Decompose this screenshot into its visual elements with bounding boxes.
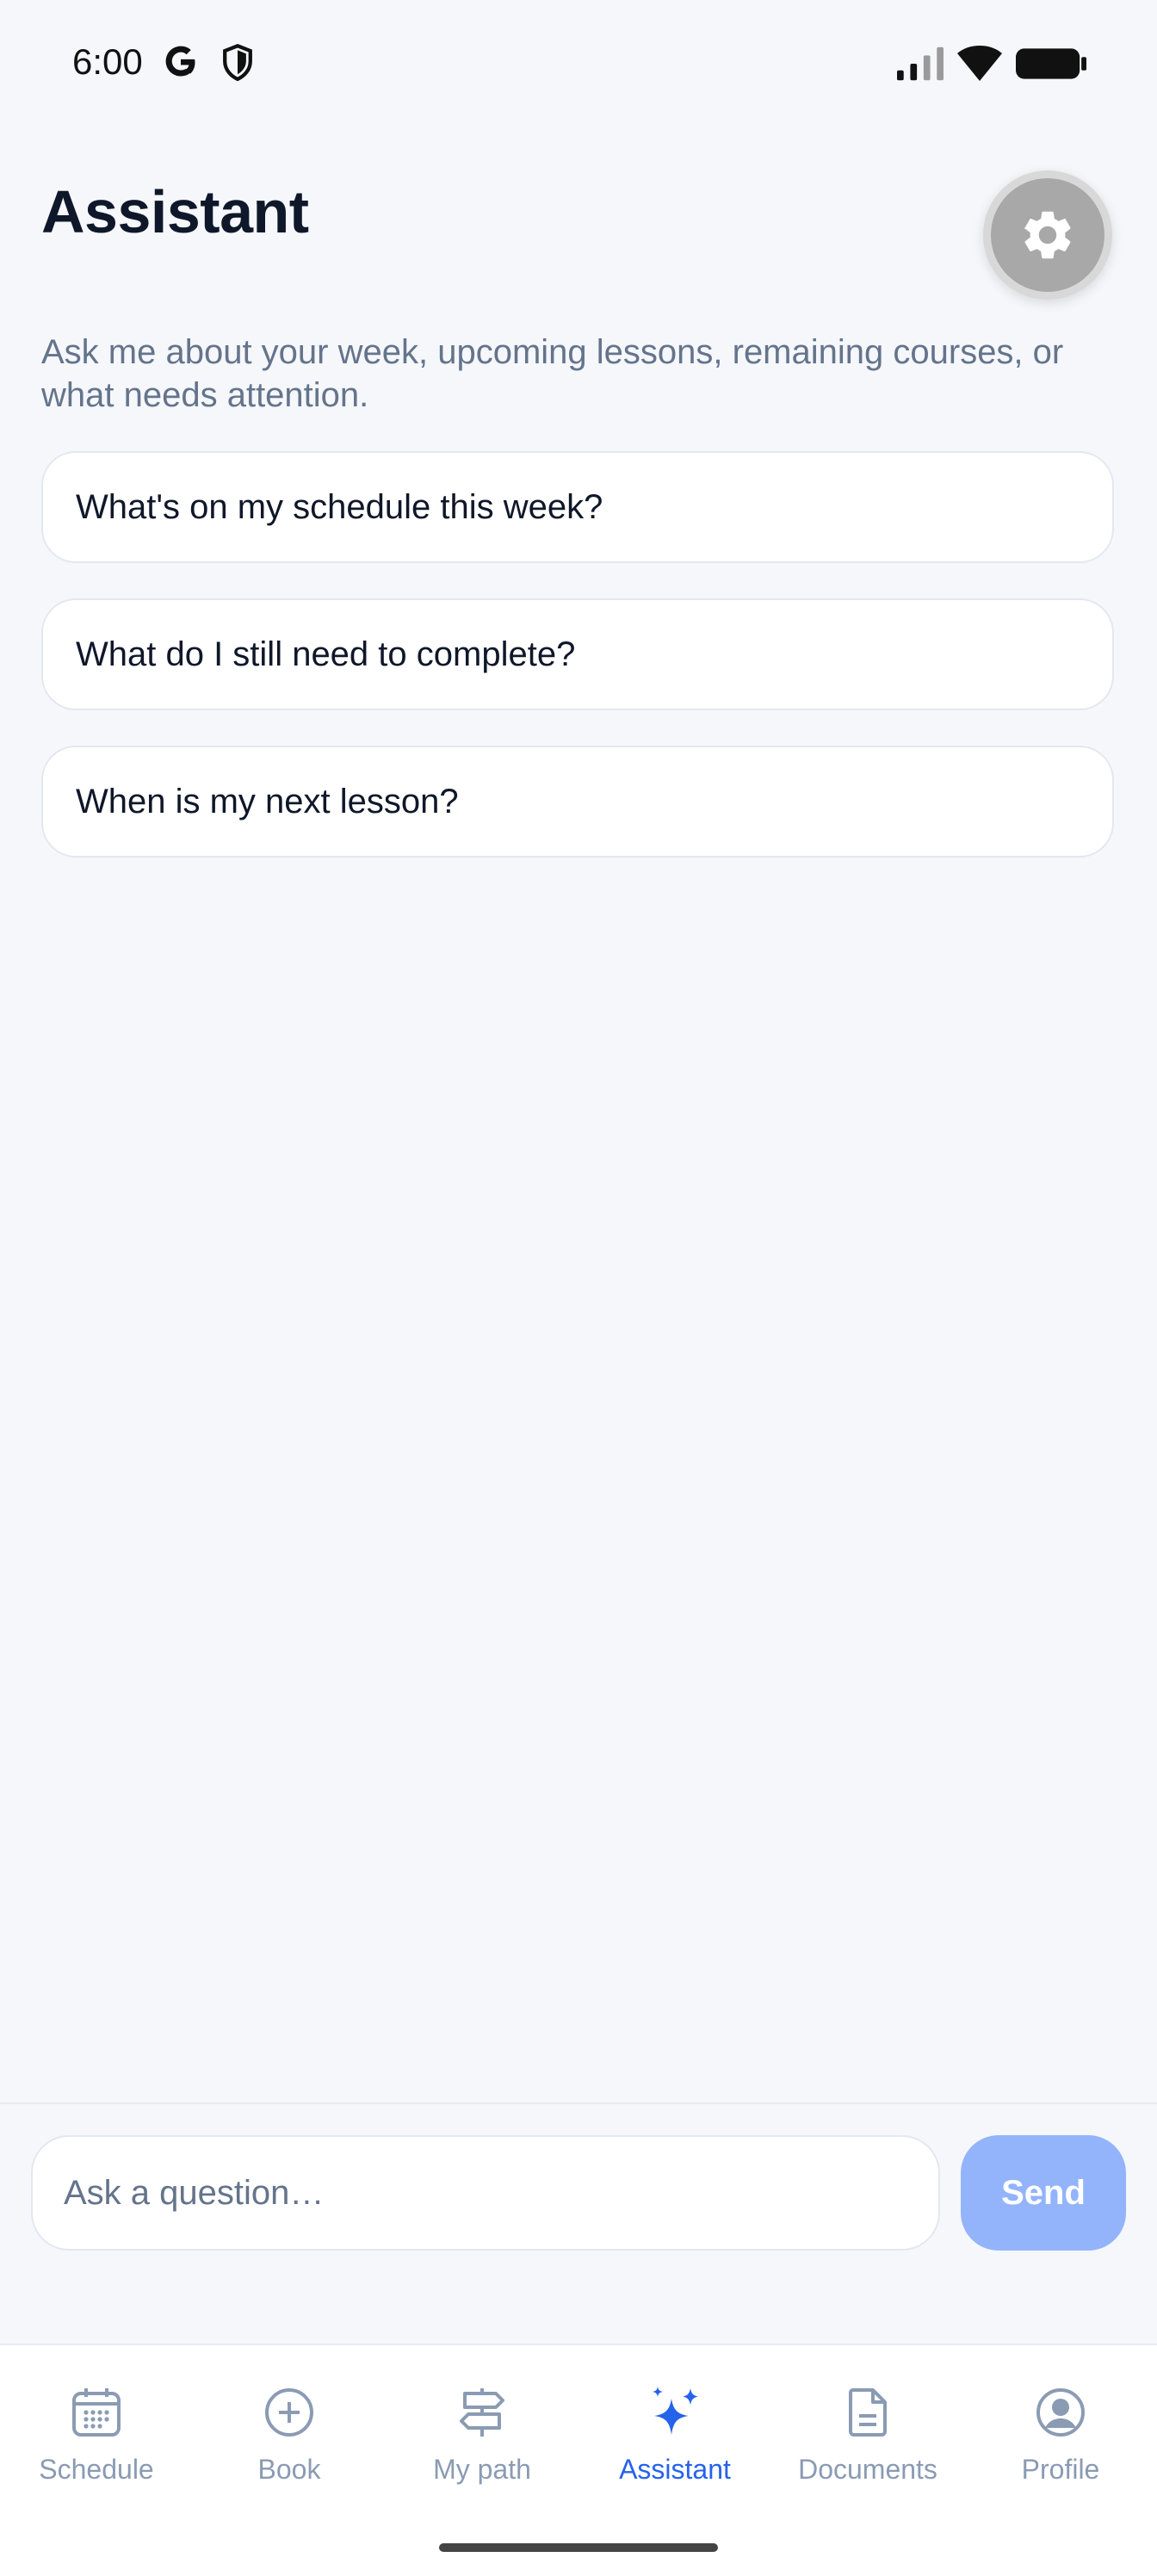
- tab-documents[interactable]: Documents: [771, 2345, 964, 2517]
- suggestion-chip[interactable]: When is my next lesson?: [41, 746, 1114, 858]
- tab-label: Schedule: [39, 2454, 154, 2485]
- signal-icon: [897, 46, 944, 81]
- google-g-icon: [165, 46, 195, 77]
- settings-button-circle: [991, 178, 1104, 292]
- tab-label: My path: [433, 2454, 531, 2485]
- status-time: 6:00: [72, 41, 143, 82]
- intro-text: Ask me about your week, upcoming lessons…: [41, 333, 1064, 414]
- calendar-icon: [72, 2388, 121, 2437]
- page-title: Assistant: [41, 178, 309, 245]
- composer-divider: [0, 2102, 1157, 2104]
- tab-label: Book: [257, 2454, 321, 2485]
- wifi-icon: [957, 46, 1002, 81]
- tab-schedule[interactable]: Schedule: [0, 2345, 193, 2517]
- bottom-tab-bar: Schedule Book My path Assistant Document…: [0, 2344, 1157, 2576]
- tab-profile[interactable]: Profile: [964, 2345, 1157, 2517]
- tab-book[interactable]: Book: [193, 2345, 386, 2517]
- shield-icon: [223, 43, 252, 82]
- tab-assistant[interactable]: Assistant: [578, 2345, 771, 2517]
- settings-button[interactable]: [983, 170, 1112, 300]
- document-icon: [848, 2388, 887, 2437]
- question-input[interactable]: [31, 2135, 940, 2251]
- tab-label: Documents: [798, 2454, 937, 2485]
- tab-label: Profile: [1021, 2454, 1100, 2485]
- gear-icon: [1024, 211, 1071, 259]
- signpost-icon: [460, 2388, 504, 2437]
- status-bar: 6:00: [0, 0, 1157, 129]
- home-indicator: [439, 2543, 718, 2552]
- send-button[interactable]: Send: [961, 2135, 1126, 2251]
- tab-my-path[interactable]: My path: [386, 2345, 578, 2517]
- plus-circle-icon: [265, 2388, 313, 2437]
- sparkles-icon: [653, 2387, 698, 2435]
- suggestion-chip[interactable]: What do I still need to complete?: [41, 598, 1114, 710]
- tab-label: Assistant: [619, 2454, 731, 2485]
- suggestion-chip[interactable]: What's on my schedule this week?: [41, 451, 1114, 563]
- battery-icon: [1016, 48, 1086, 79]
- user-circle-icon: [1036, 2388, 1085, 2437]
